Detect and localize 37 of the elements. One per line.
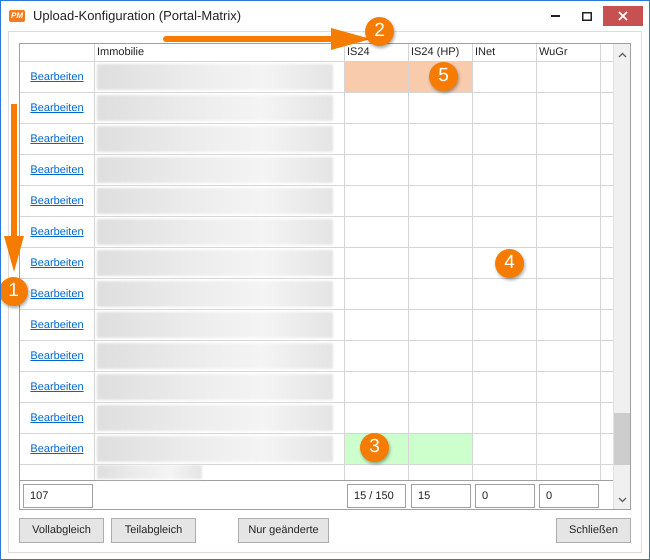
total-field[interactable]: 107	[23, 484, 93, 508]
edit-link[interactable]: Bearbeiten	[30, 192, 84, 210]
edit-link[interactable]: Bearbeiten	[30, 68, 84, 86]
edit-link[interactable]: Bearbeiten	[30, 378, 84, 396]
edit-link[interactable]: Bearbeiten	[30, 316, 84, 334]
app-logo: PM	[9, 10, 25, 22]
action-button[interactable]: Teilabgleich	[111, 518, 196, 543]
edit-link[interactable]: Bearbeiten	[30, 254, 84, 272]
total-field[interactable]: 0	[539, 484, 599, 508]
column-header: WuGr	[537, 44, 601, 61]
edit-link[interactable]: Bearbeiten	[30, 286, 84, 302]
action-button[interactable]: Vollabgleich	[19, 518, 104, 543]
column-header: IS24 (HP)	[409, 44, 473, 61]
annotation-badge: 1	[1, 277, 28, 306]
annotation-badge: 2	[365, 17, 394, 46]
scroll-down-icon	[618, 497, 626, 503]
scrollbar[interactable]	[613, 44, 630, 509]
scroll-thumb[interactable]	[614, 413, 630, 465]
edit-link[interactable]: Bearbeiten	[30, 162, 84, 178]
scroll-up-icon	[618, 52, 626, 58]
total-field[interactable]: 15 / 150	[347, 484, 406, 508]
minimize-icon	[550, 15, 560, 17]
total-field[interactable]: 0	[475, 484, 535, 508]
action-button[interactable]: Nur geänderte	[238, 518, 329, 543]
edit-link[interactable]: Bearbeiten	[30, 440, 84, 458]
close-button[interactable]	[603, 6, 643, 26]
window-title: Upload-Konfiguration (Portal-Matrix)	[33, 7, 242, 26]
edit-link[interactable]: Bearbeiten	[30, 224, 84, 240]
edit-link[interactable]: Bearbeiten	[30, 348, 84, 364]
close-icon	[618, 11, 628, 21]
edit-link[interactable]: Bearbeiten	[30, 410, 84, 426]
edit-link[interactable]: Bearbeiten	[30, 100, 84, 116]
column-header: INet	[473, 44, 537, 61]
edit-link[interactable]: Bearbeiten	[30, 130, 84, 148]
close-dialog-button[interactable]: Schließen	[556, 518, 631, 543]
total-field[interactable]: 15	[411, 484, 471, 508]
maximize-icon	[582, 12, 592, 20]
